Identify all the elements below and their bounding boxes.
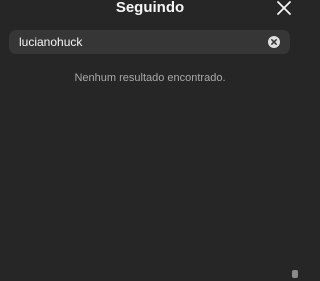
following-dialog: Seguindo Nenhum resultado encontrado. bbox=[0, 0, 300, 281]
clear-search-button[interactable] bbox=[268, 36, 280, 48]
search-box bbox=[9, 30, 290, 54]
search-input[interactable] bbox=[19, 30, 259, 54]
clear-circle-icon bbox=[268, 36, 280, 48]
dialog-header: Seguindo bbox=[0, 0, 300, 22]
empty-results-message: Nenhum resultado encontrado. bbox=[74, 72, 226, 84]
scrollbar-handle[interactable] bbox=[292, 270, 298, 278]
dialog-title: Seguindo bbox=[115, 0, 185, 16]
close-button[interactable] bbox=[276, 0, 292, 16]
close-icon bbox=[277, 1, 291, 15]
